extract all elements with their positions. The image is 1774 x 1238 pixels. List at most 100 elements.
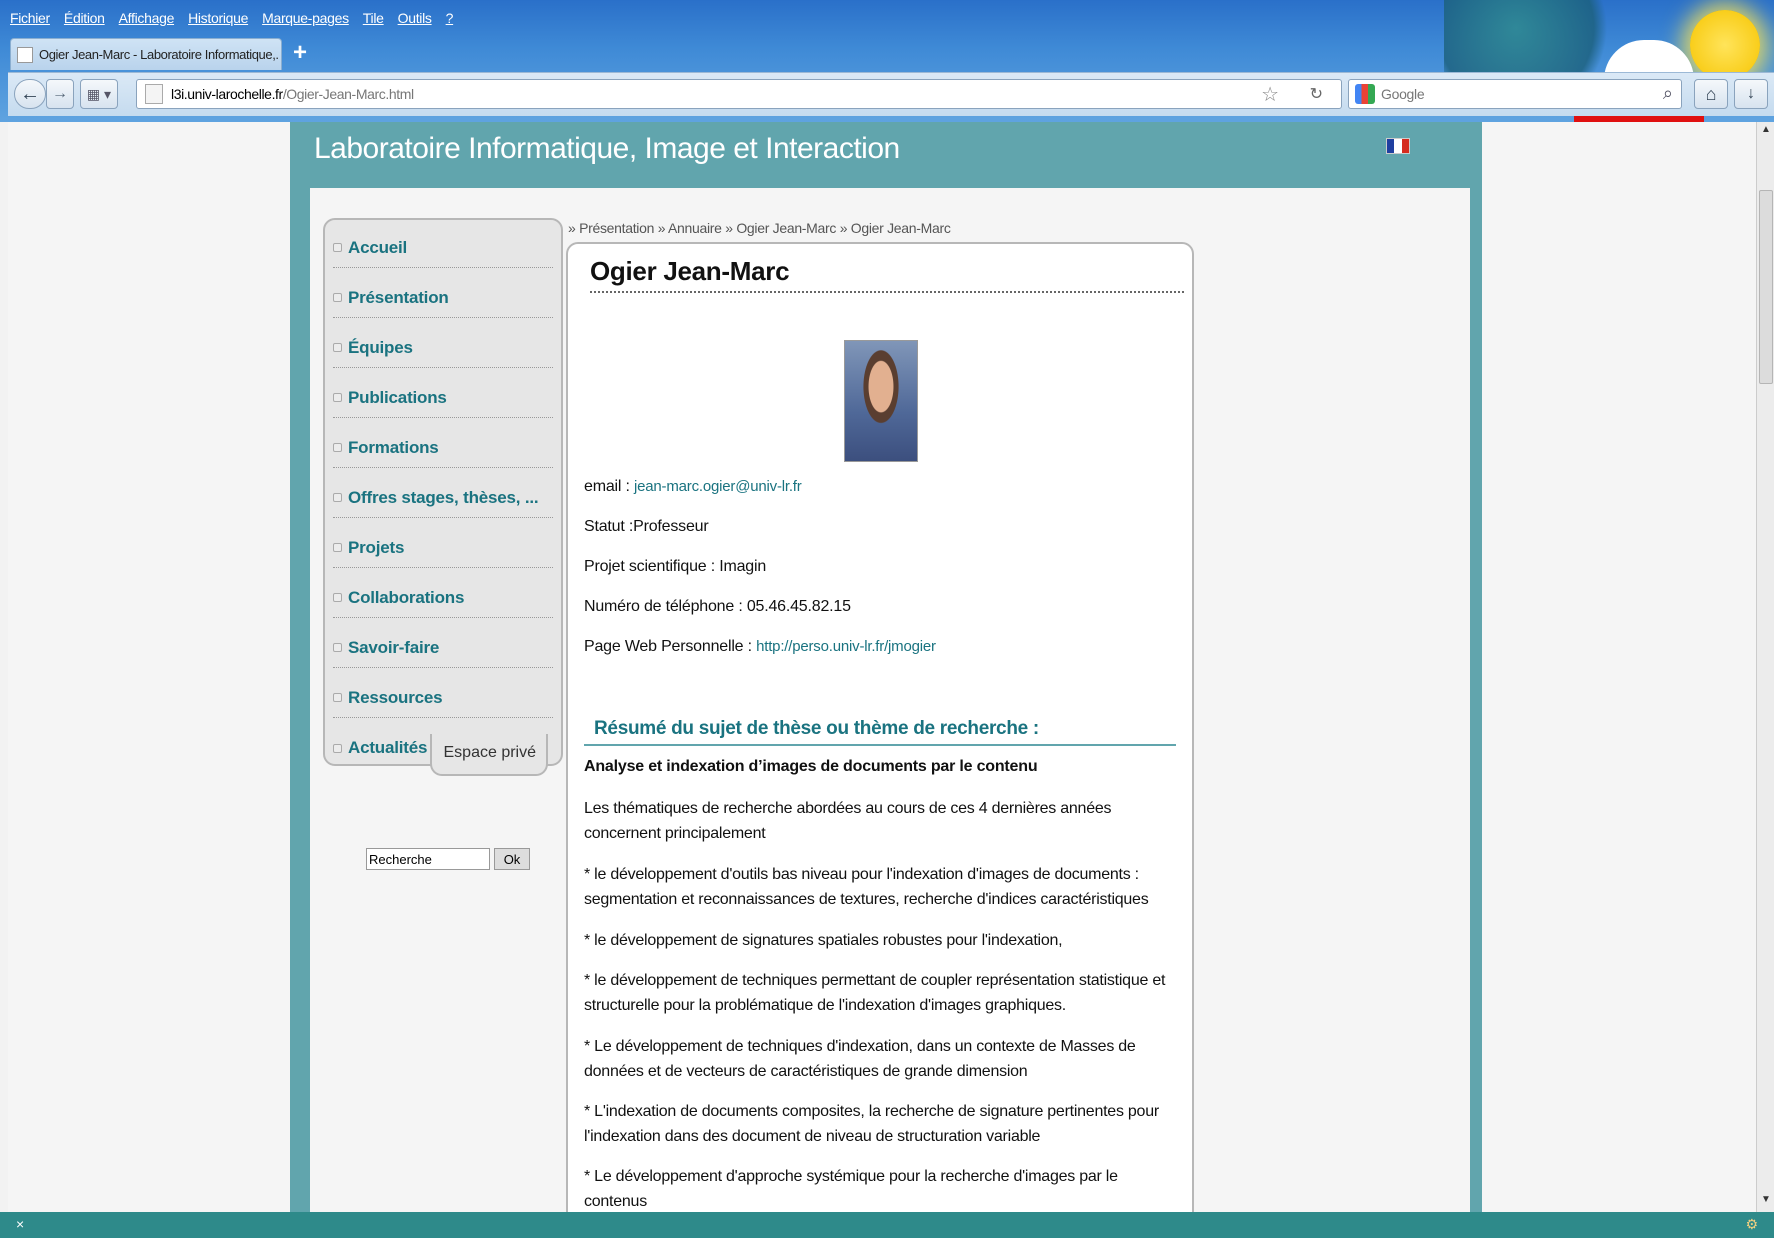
menu-item-label: Formations [348,437,439,457]
bullet-icon [333,593,342,602]
menu-historique[interactable]: Historique [188,10,248,32]
breadcrumb-annuaire[interactable]: Annuaire [668,220,722,236]
magnifier-icon[interactable]: ⌕ [1663,83,1673,104]
breadcrumb-current: Ogier Jean-Marc [850,220,951,236]
app-grid-button[interactable]: ▦ ▾ [80,79,118,109]
menu-item-label: Projets [348,537,405,557]
menu-item-formations[interactable]: Formations [333,420,553,468]
statut-line: Statut :Professeur [584,518,709,535]
site-title[interactable]: Laboratoire Informatique, Image et Inter… [314,132,900,166]
page-viewport: Laboratoire Informatique, Image et Inter… [8,122,1756,1212]
menu-item-ressources[interactable]: Ressources [333,670,553,718]
downloads-button[interactable]: ↓ [1734,79,1768,109]
browser-chrome: Fichier Édition Affichage Historique Mar… [0,0,1774,122]
arrow-left-icon: ← [20,83,40,105]
url-text[interactable]: l3i.univ-larochelle.fr/Ogier-Jean-Marc.h… [171,86,414,102]
menu-marque-pages[interactable]: Marque-pages [262,10,349,32]
breadcrumb-separator: » [657,220,668,236]
research-paragraph: * Le développement d'approche systémique… [584,1168,1118,1210]
menu-item-label: Présentation [348,287,449,307]
menu-item-savoir-faire[interactable]: Savoir-faire [333,620,553,668]
home-icon: ⌂ [1705,84,1717,104]
menu-item-label: Collaborations [348,587,465,607]
flag-stripe-white [1394,139,1402,153]
bullet-icon [333,343,342,352]
page-title: Ogier Jean-Marc [590,256,1184,293]
research-paragraph: * le développement de signatures spatial… [584,932,1063,949]
web-label: Page Web Personnelle : [584,638,752,655]
research-paragraph: * L'indexation de documents composites, … [584,1103,1159,1145]
menu-outils[interactable]: Outils [398,10,432,32]
breadcrumb-person[interactable]: Ogier Jean-Marc [736,220,836,236]
breadcrumb-separator: » [725,220,737,236]
menu-fichier[interactable]: Fichier [10,10,50,32]
bookmark-star-icon[interactable]: ☆ [1261,82,1279,107]
navigation-toolbar: ← → ▦ ▾ l3i.univ-larochelle.fr/Ogier-Jea… [8,72,1774,116]
research-paragraph: * le développement d'outils bas niveau p… [584,866,1149,908]
menu-bar: Fichier Édition Affichage Historique Mar… [10,10,453,32]
research-paragraph: * le développement de techniques permett… [584,972,1166,1014]
menu-item-label: Savoir-faire [348,637,440,657]
menu-item-projets[interactable]: Projets [333,520,553,568]
bullet-icon [333,493,342,502]
site-search-input[interactable] [366,848,490,870]
espace-prive-link[interactable]: Espace privé [430,734,548,776]
menu-item-collaborations[interactable]: Collaborations [333,570,553,618]
new-tab-button[interactable]: + [286,40,314,68]
profile-photo [844,340,918,462]
resume-heading: Résumé du sujet de thèse ou thème de rec… [584,718,1176,746]
search-ok-button[interactable]: Ok [494,848,530,870]
menu-item-offres[interactable]: Offres stages, thèses, ... [333,470,553,518]
bullet-icon [333,243,342,252]
reload-icon[interactable]: ↻ [1310,84,1323,104]
page-favicon-icon [17,46,33,63]
close-addon-bar-icon[interactable]: × [16,1216,24,1232]
menu-affichage[interactable]: Affichage [119,10,175,32]
email-link[interactable]: jean-marc.ogier@univ-lr.fr [634,478,802,495]
bullet-icon [333,543,342,552]
status-bar: × ⚙ [0,1212,1774,1238]
bullet-icon [333,293,342,302]
home-button[interactable]: ⌂ [1694,79,1728,109]
menu-item-label: Accueil [348,237,408,257]
address-bar[interactable]: l3i.univ-larochelle.fr/Ogier-Jean-Marc.h… [136,79,1342,109]
arrow-right-icon: → [52,85,68,102]
vertical-scrollbar[interactable]: ▲ ▼ [1756,122,1774,1212]
menu-item-label: Publications [348,387,447,407]
menu-item-label: Offres stages, thèses, ... [348,487,539,507]
scroll-thumb[interactable] [1759,190,1773,384]
back-button[interactable]: ← [14,79,46,109]
google-engine-icon[interactable] [1355,84,1375,104]
bullet-icon [333,643,342,652]
url-host: l3i.univ-larochelle.fr [171,86,283,102]
menu-item-presentation[interactable]: Présentation [333,270,553,318]
site-frame: Laboratoire Informatique, Image et Inter… [290,122,1482,1212]
search-bar[interactable]: Google ⌕ [1348,79,1682,109]
menu-item-accueil[interactable]: Accueil [333,220,553,268]
menu-tile[interactable]: Tile [363,10,384,32]
breadcrumb-presentation[interactable]: Présentation [579,220,654,236]
addon-icon[interactable]: ⚙ [1745,1216,1758,1233]
forward-button[interactable]: → [46,79,74,109]
french-flag-icon[interactable] [1386,138,1410,154]
content-area: Accueil Présentation Équipes Publication… [310,188,1470,1212]
menu-edition[interactable]: Édition [64,10,105,32]
bullet-icon [333,693,342,702]
bullet-icon [333,743,342,753]
url-path: /Ogier-Jean-Marc.html [282,86,414,102]
menu-item-equipes[interactable]: Équipes [333,320,553,368]
breadcrumb-separator: » [839,220,851,236]
scroll-down-icon[interactable]: ▼ [1759,1194,1773,1210]
web-link[interactable]: http://perso.univ-lr.fr/jmogier [756,638,936,655]
search-placeholder: Google [1381,86,1425,102]
menu-help[interactable]: ? [446,10,454,32]
menu-item-label: Actualités [348,738,428,757]
profile-article: Ogier Jean-Marc email : jean-marc.ogier@… [566,242,1194,1212]
flag-stripe-red [1401,139,1409,153]
research-paragraph: Les thématiques de recherche abordées au… [584,800,1112,842]
scroll-up-icon[interactable]: ▲ [1759,124,1773,140]
menu-item-publications[interactable]: Publications [333,370,553,418]
browser-tab[interactable]: Ogier Jean-Marc - Laboratoire Informatiq… [10,38,282,70]
site-search-form: Ok [366,848,530,870]
projet-line: Projet scientifique : Imagin [584,558,767,575]
